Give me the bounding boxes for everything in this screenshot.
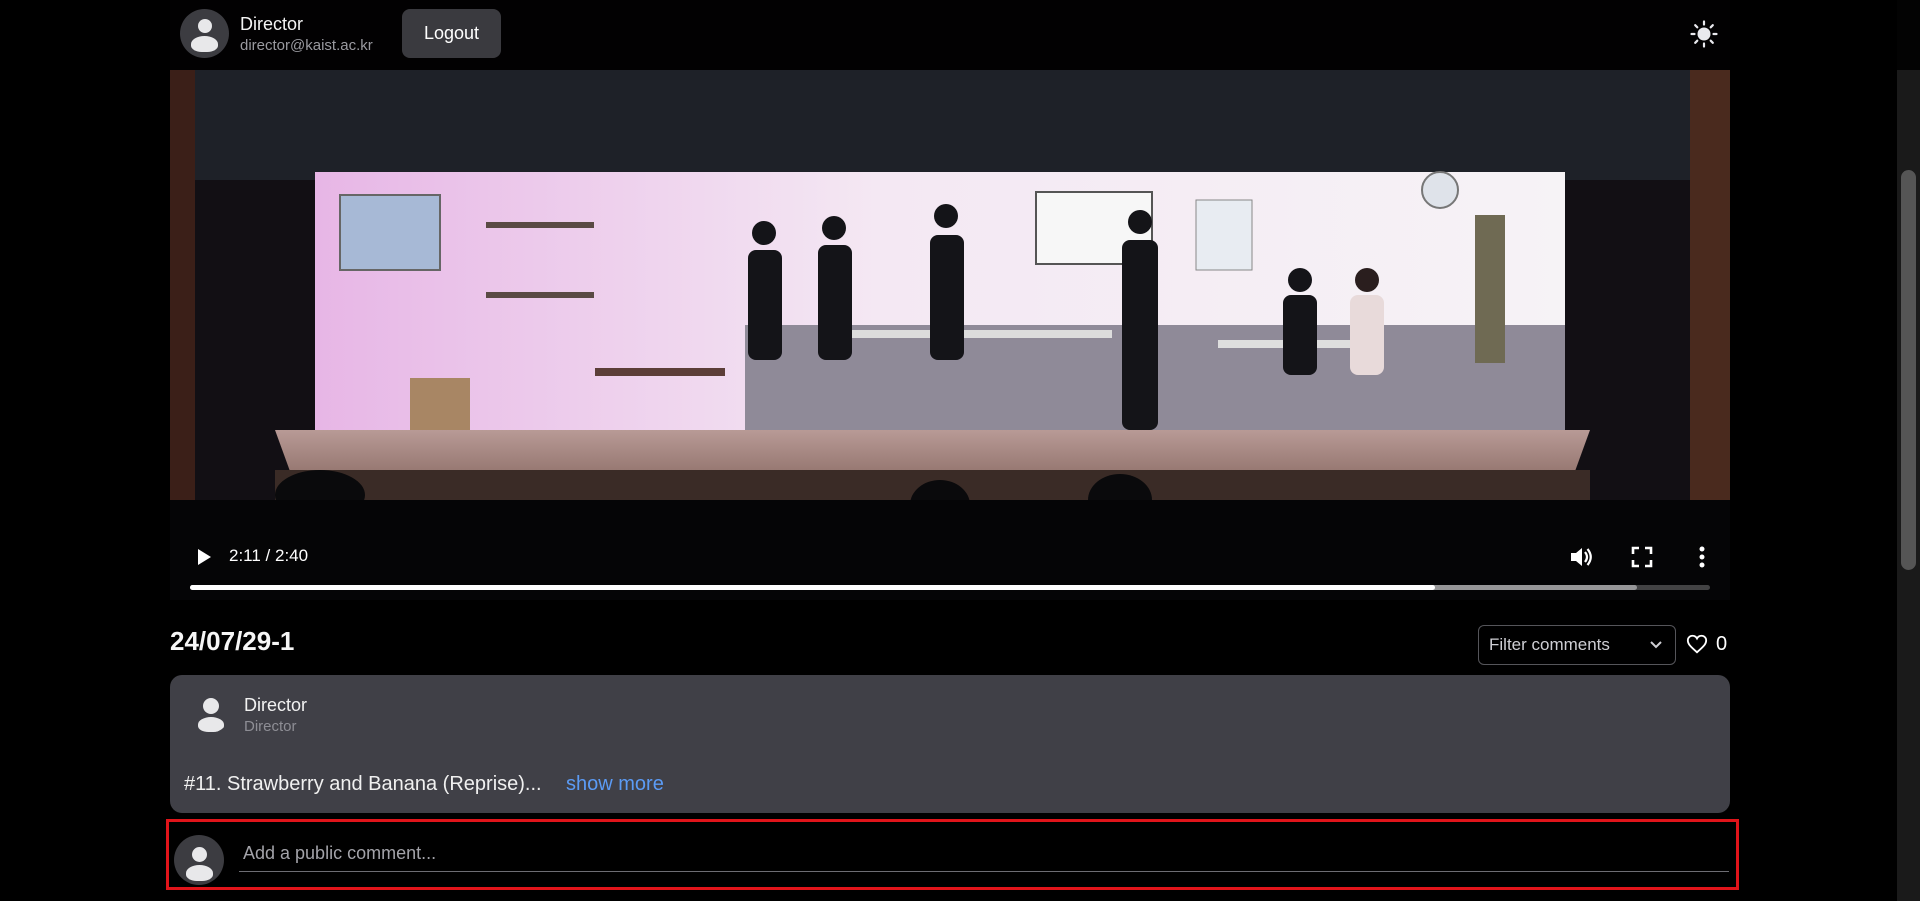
fullscreen-icon[interactable]: [1630, 545, 1654, 569]
video-progress-bar[interactable]: [190, 585, 1710, 590]
sun-icon[interactable]: [1690, 20, 1718, 48]
video-title: 24/07/29-1: [170, 626, 295, 656]
more-vertical-icon[interactable]: [1690, 544, 1714, 570]
user-avatar[interactable]: [180, 9, 229, 58]
user-name: Director: [240, 14, 304, 34]
video-time: 2:11 / 2:40: [229, 546, 309, 565]
comment-text: #11. Strawberry and Banana (Reprise)...: [184, 773, 542, 795]
comment-card: Director Director #11. Strawberry and Ba…: [170, 675, 1730, 813]
add-comment-box: [166, 819, 1739, 890]
user-email: director@kaist.ac.kr: [240, 37, 373, 54]
video-controls: 2:11 / 2:40: [170, 530, 1730, 600]
top-bar: Director director@kaist.ac.kr Logout: [0, 0, 1920, 70]
logout-button[interactable]: Logout: [402, 9, 501, 58]
video-frame: [170, 0, 1730, 600]
filter-comments-label: Filter comments: [1489, 635, 1610, 654]
played-bar: [190, 585, 1435, 590]
like-count: 0: [1716, 633, 1728, 655]
video-player[interactable]: 2:11 / 2:40: [170, 0, 1730, 600]
comment-avatar: [190, 693, 230, 733]
comment-author: Director: [244, 695, 308, 715]
comment-role: Director: [244, 718, 297, 735]
filter-comments-select[interactable]: Filter comments: [1478, 625, 1676, 665]
page-scrollbar[interactable]: [1897, 0, 1920, 901]
current-user-avatar: [174, 835, 224, 885]
show-more-link[interactable]: show more: [566, 773, 664, 796]
volume-icon[interactable]: [1568, 544, 1594, 570]
chevron-down-icon: [1650, 641, 1662, 649]
scrollbar-thumb[interactable]: [1901, 170, 1916, 570]
add-comment-input[interactable]: [239, 836, 1729, 872]
play-icon[interactable]: [192, 546, 214, 568]
heart-icon[interactable]: [1686, 633, 1708, 655]
